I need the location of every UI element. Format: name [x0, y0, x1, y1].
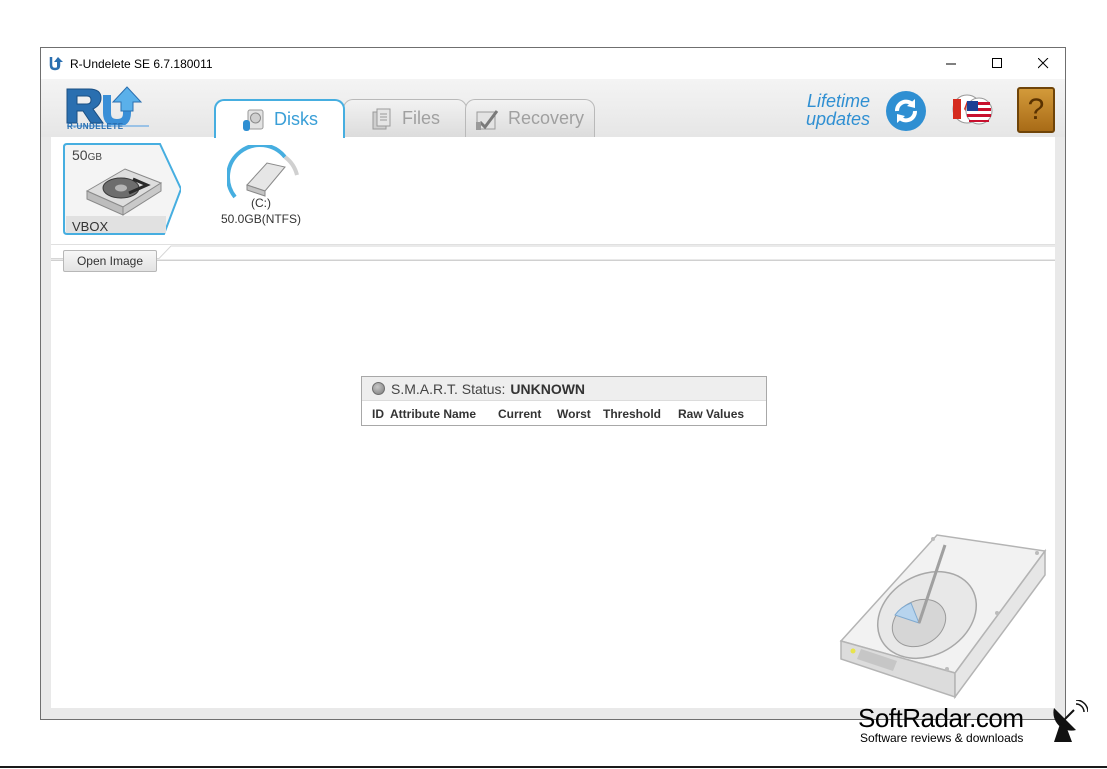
smart-table-header: ID Attribute Name Current Worst Threshol…	[362, 401, 766, 426]
app-window: R-Undelete SE 6.7.180011 R-UNDELETE Disk…	[40, 47, 1066, 720]
tab-recovery-label: Recovery	[508, 108, 585, 128]
maximize-icon	[991, 58, 1002, 68]
col-current[interactable]: Current	[498, 407, 541, 421]
close-button[interactable]	[1020, 48, 1065, 79]
app-icon	[49, 57, 63, 71]
smart-status-value: UNKNOWN	[510, 380, 586, 397]
recovery-icon	[476, 109, 499, 130]
disk-item-vbox[interactable]: 50GB VBOX	[63, 143, 181, 235]
tab-disks-label: Disks	[274, 109, 318, 129]
partition-icon[interactable]	[227, 145, 303, 203]
watermark-name: SoftRadar.com	[858, 703, 1024, 733]
bottom-border	[0, 766, 1107, 768]
maximize-button[interactable]	[974, 48, 1020, 79]
status-dot-icon	[372, 382, 385, 395]
satellite-dish-icon	[1053, 700, 1088, 742]
refresh-icon[interactable]	[885, 90, 927, 132]
minimize-button[interactable]	[928, 48, 974, 79]
col-attribute-name[interactable]: Attribute Name	[390, 407, 476, 421]
lifetime-updates-link[interactable]: Lifetime updates	[806, 92, 870, 128]
lifetime-line1: Lifetime	[807, 91, 871, 111]
smart-status-header: S.M.A.R.T. Status: UNKNOWN	[362, 377, 766, 401]
window-title: R-Undelete SE 6.7.180011	[70, 57, 213, 71]
help-label: ?	[1027, 93, 1045, 126]
partition-size: 50.0GB(NTFS)	[221, 212, 302, 226]
hard-drive-illustration	[839, 534, 1047, 700]
tab-files[interactable]: Files	[343, 99, 467, 137]
disk-icon	[243, 109, 264, 131]
tab-recovery[interactable]: Recovery	[465, 99, 595, 137]
softradar-watermark: SoftRadar.com Software reviews & downloa…	[858, 703, 1024, 745]
tab-files-label: Files	[402, 108, 441, 128]
disk-size: 50GB	[72, 147, 103, 163]
disk-label: VBOX	[72, 219, 109, 234]
language-flags-icon[interactable]	[949, 87, 995, 133]
lifetime-line2: updates	[806, 109, 871, 129]
col-worst[interactable]: Worst	[557, 407, 591, 421]
screenshot-stage: R-Undelete SE 6.7.180011 R-UNDELETE Disk…	[0, 0, 1107, 769]
hard-drive-icon	[85, 168, 163, 216]
smart-status-panel: S.M.A.R.T. Status: UNKNOWN ID Attribute …	[361, 376, 767, 426]
minimize-icon	[945, 63, 956, 65]
disks-panel: 50GB VBOX (C:) 50.0GB(NTFS)	[51, 137, 1055, 259]
open-image-button[interactable]: Open Image	[63, 250, 157, 272]
tab-disks[interactable]: Disks	[214, 99, 345, 138]
col-raw-values[interactable]: Raw Values	[678, 407, 744, 421]
logo-caption: R-UNDELETE	[67, 122, 124, 131]
watermark-tagline: Software reviews & downloads	[860, 731, 1024, 745]
help-button[interactable]: ?	[1017, 87, 1055, 133]
col-id[interactable]: ID	[372, 407, 384, 421]
files-icon	[372, 108, 391, 129]
app-header: R-UNDELETE Disks Files Recovery Lifetime…	[41, 79, 1065, 138]
title-bar: R-Undelete SE 6.7.180011	[41, 48, 1065, 79]
main-content: S.M.A.R.T. Status: UNKNOWN ID Attribute …	[51, 260, 1055, 708]
disk-toolbar: Open Image	[51, 244, 1055, 272]
smart-status-label: S.M.A.R.T. Status:	[391, 380, 506, 397]
close-icon	[1037, 58, 1048, 69]
col-threshold[interactable]: Threshold	[603, 407, 661, 421]
partition-name: (C:)	[251, 196, 271, 210]
